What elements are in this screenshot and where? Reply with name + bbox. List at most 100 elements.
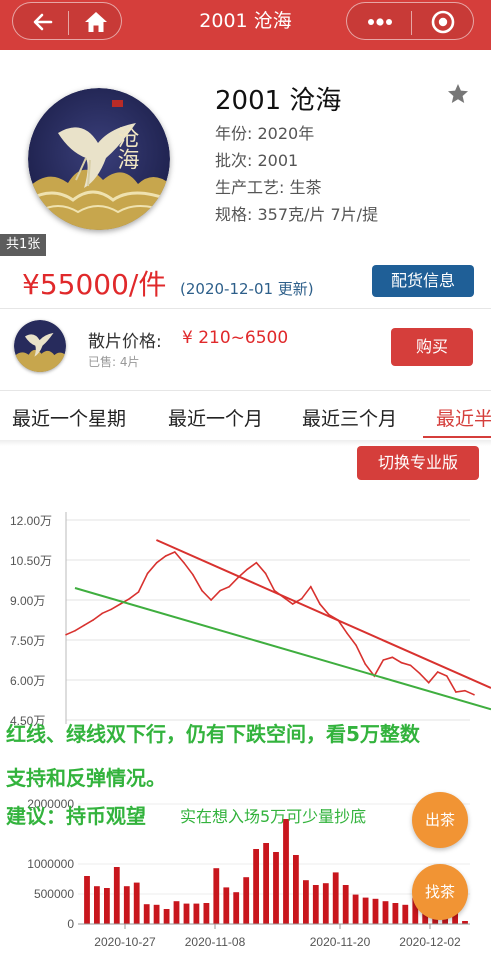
volume-bar: [84, 876, 90, 924]
y-tick-label: 10.50万: [10, 554, 52, 568]
product-image[interactable]: 沧海: [28, 88, 170, 230]
volume-bar: [123, 886, 130, 924]
volume-bar: [322, 883, 329, 924]
price-point: [128, 597, 131, 600]
more-dots-icon: [368, 18, 392, 26]
home-button[interactable]: [71, 3, 121, 41]
price-point: [364, 663, 367, 665]
price-point: [310, 585, 312, 588]
cake-script: 沧海: [114, 126, 140, 170]
tea-cake-picture: 沧海: [28, 88, 170, 230]
close-miniprogram-button[interactable]: [415, 3, 471, 41]
volume-bar: [263, 843, 269, 924]
price-point: [119, 603, 122, 605]
x-tick-label: 2020-11-08: [185, 935, 246, 949]
back-button[interactable]: [19, 3, 67, 41]
volume-bar: [283, 819, 289, 924]
x-tick-label: 2020-11-20: [310, 935, 371, 949]
price-point: [300, 597, 303, 600]
volume-bar: [362, 897, 369, 924]
price-point: [473, 693, 475, 696]
price-point: [291, 603, 294, 605]
price-point: [65, 633, 67, 636]
annotation-line-1: 红线、绿线双下行，仍有下跌空间，看5万整数: [6, 722, 420, 746]
price-point: [400, 661, 403, 664]
volume-bar: [113, 867, 120, 924]
volume-bar: [153, 904, 160, 924]
match-info-button[interactable]: 配货信息: [372, 265, 474, 297]
volume-bar: [382, 901, 389, 924]
product-year: 年份: 2020年: [215, 124, 315, 143]
nav-bar: 2001 沧海: [0, 0, 491, 50]
tab-month[interactable]: 最近一个月: [168, 404, 263, 431]
x-tick-label: 2020-12-02: [399, 935, 461, 949]
volume-bar: [173, 901, 180, 924]
product-name: 2001 沧海: [215, 86, 342, 116]
price-point: [346, 632, 348, 635]
price-point: [101, 612, 104, 615]
volume-bar: [223, 887, 230, 924]
price-point: [355, 644, 357, 647]
more-button[interactable]: [353, 3, 407, 41]
back-arrow-icon: [33, 13, 53, 31]
sell-tea-button[interactable]: 出茶: [412, 792, 468, 848]
tab-week[interactable]: 最近一个星期: [12, 404, 126, 431]
price-point: [436, 671, 439, 673]
volume-bar: [104, 888, 110, 924]
product-process: 生产工艺: 生茶: [215, 178, 322, 197]
green-trendline: [74, 587, 491, 711]
target-icon: [431, 10, 455, 34]
loose-price-label: 散片价格:: [88, 332, 162, 352]
price-point: [391, 656, 394, 659]
volume-bar: [293, 855, 299, 924]
product-price: ¥55000/件: [22, 268, 167, 301]
red-trendline: [155, 539, 491, 689]
volume-bar: [143, 904, 150, 924]
price-point: [146, 572, 149, 575]
price-point: [137, 591, 140, 593]
volume-bar: [402, 904, 409, 924]
price-point: [74, 629, 76, 632]
volume-bar: [342, 885, 349, 924]
y-tick-label: 7.50万: [10, 634, 45, 648]
home-icon: [85, 12, 107, 32]
price-point: [455, 691, 457, 693]
buy-button[interactable]: 购买: [391, 328, 473, 366]
tab-three-months[interactable]: 最近三个月: [302, 404, 397, 431]
x-tick-label: 2020-10-27: [94, 935, 156, 949]
price-point: [183, 561, 185, 564]
volume-bar: [233, 892, 240, 924]
price-series-line: [65, 551, 475, 696]
loose-price-range: ¥ 210~6500: [182, 328, 289, 348]
price-point: [418, 672, 421, 675]
price-point: [382, 659, 385, 661]
volume-bar: [203, 903, 210, 924]
active-tab-indicator: [423, 436, 491, 438]
annotation-line-3-note: 实在想入场5万可少量抄底: [180, 807, 367, 826]
volume-bar: [163, 909, 170, 924]
price-point: [92, 619, 94, 621]
volume-bar: [332, 872, 339, 924]
tab-half-year[interactable]: 最近半: [436, 404, 491, 431]
volume-bar: [303, 880, 309, 924]
find-tea-button[interactable]: 找茶: [412, 864, 468, 920]
volume-bar: [273, 852, 279, 924]
volume-bar: [253, 849, 259, 924]
favorite-star-icon[interactable]: [446, 82, 470, 106]
price-point: [228, 585, 230, 588]
image-count-badge: 共1张: [0, 234, 47, 256]
price-point: [210, 599, 212, 601]
section-divider: [0, 390, 491, 391]
price-point: [164, 555, 167, 557]
price-point: [83, 624, 85, 627]
nav-right-capsule: [346, 2, 474, 40]
price-point: [464, 689, 466, 692]
switch-pro-button[interactable]: 切换专业版: [357, 446, 479, 480]
nav-separator: [68, 11, 69, 35]
y-tick-label: 12.00万: [10, 514, 52, 528]
price-point: [427, 681, 430, 684]
volume-bar: [392, 903, 399, 924]
loose-piece-thumbnail: [14, 320, 66, 372]
price-point: [110, 608, 113, 611]
annotation-line-2: 支持和反弹情况。: [6, 766, 166, 790]
